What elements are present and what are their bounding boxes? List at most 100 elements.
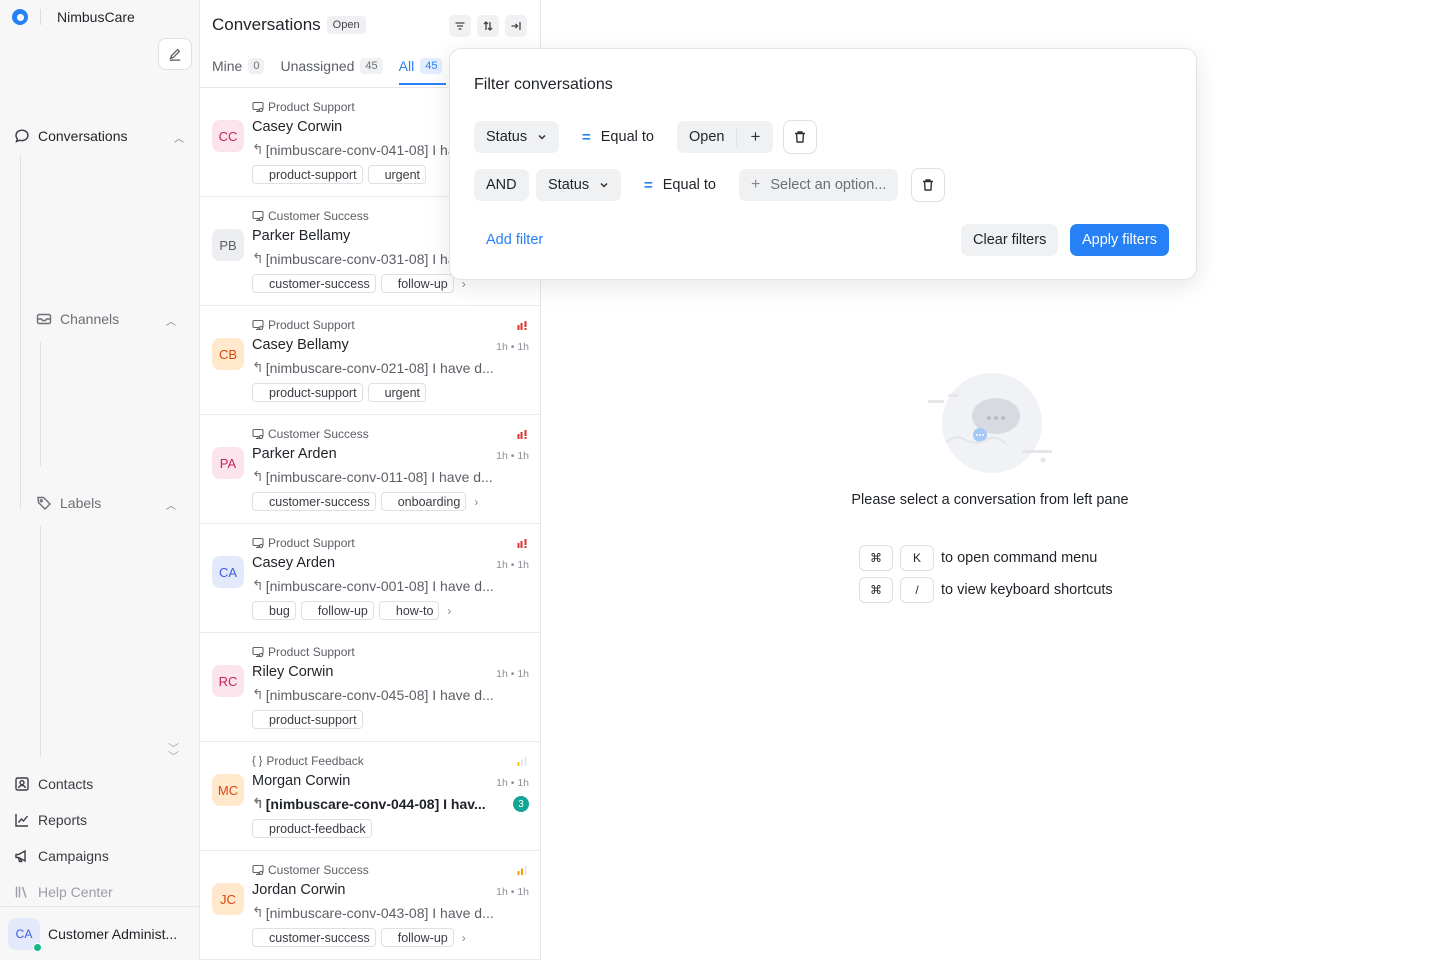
- sidebar-group-labels[interactable]: Labels ︿: [36, 495, 178, 512]
- shortcut-description: to open command menu: [941, 550, 1098, 566]
- unread-count-badge: 3: [513, 796, 529, 812]
- sidebar-item-reports[interactable]: Reports: [14, 812, 87, 828]
- filter-icon: [455, 22, 465, 30]
- label-list: product-feedback: [252, 819, 377, 838]
- reply-arrow-icon: ↰: [252, 250, 264, 266]
- sidebar-group-label: Channels: [60, 311, 120, 327]
- avatar: MC: [212, 774, 244, 806]
- label-list: product-support: [252, 710, 368, 729]
- conversation-list-item[interactable]: Customer Success JC Jordan Corwin 1h • 1h ↰[…: [200, 851, 540, 960]
- label-chip: how-to: [378, 601, 440, 620]
- inbox-label: Product Support: [268, 100, 355, 114]
- brand-name: NimbusCare: [57, 9, 135, 25]
- reply-arrow-icon: ↰: [252, 904, 264, 920]
- operator-label: Equal to: [600, 129, 654, 145]
- filter-operator-select[interactable]: = Equal to: [644, 169, 716, 201]
- delete-filter-button[interactable]: [783, 120, 817, 154]
- website-inbox-icon: [252, 210, 264, 222]
- inbox-icon: [36, 313, 52, 325]
- tab-unassigned[interactable]: Unassigned 45: [280, 58, 383, 83]
- clear-filters-button[interactable]: Clear filters: [961, 224, 1059, 256]
- collapse-panel-button[interactable]: [505, 15, 527, 37]
- filter-conjunction-select[interactable]: AND: [474, 169, 529, 201]
- label-list: product-support urgent: [252, 165, 431, 184]
- conversation-list-item[interactable]: Customer Success PA Parker Arden 1h • 1h ↰ [n…: [200, 415, 540, 524]
- conversation-list-item[interactable]: Product Support CA Casey Arden 1h • 1h ↰ [nim…: [200, 524, 540, 633]
- inbox-label: Product Support: [268, 318, 355, 332]
- sidebar-item-help-center[interactable]: Help Center: [14, 884, 113, 900]
- tab-label: Unassigned: [280, 58, 355, 74]
- last-message-preview: ↰ [nimbuscare-conv-001-08] I have d...: [252, 577, 494, 594]
- filter-button[interactable]: [449, 15, 471, 37]
- avatar-initials: CB: [218, 346, 238, 362]
- current-user[interactable]: CA Customer Administ...: [0, 906, 199, 960]
- chevron-up-icon[interactable]: ︿: [166, 497, 176, 512]
- sort-icon: [483, 21, 493, 31]
- shortcut-row: ⌘ / to view keyboard shortcuts: [859, 577, 1113, 603]
- apply-filters-button[interactable]: Apply filters: [1070, 224, 1169, 256]
- conversation-timestamp: 1h • 1h: [496, 668, 529, 680]
- filter-value-select[interactable]: + Select an option...: [739, 169, 899, 201]
- plus-icon: +: [751, 176, 761, 193]
- sidebar-item-label: Help Center: [38, 884, 113, 900]
- conversation-list-item[interactable]: { } Product Feedback MC Morgan Corwin 1h • 1…: [200, 742, 540, 851]
- sidebar-group-channels[interactable]: Channels ︿: [36, 311, 178, 328]
- label-list: product-support urgent: [252, 383, 431, 402]
- filter-value-select[interactable]: Open +: [677, 121, 774, 153]
- tab-all[interactable]: All 45: [398, 58, 447, 85]
- last-message-preview: ↰ [nimbuscare-conv-043-08] I have d...: [252, 904, 494, 921]
- key-cap: ⌘: [859, 545, 893, 571]
- operator-label: Equal to: [662, 177, 716, 193]
- conversation-timestamp: 1h • 1h: [496, 559, 529, 571]
- trash-icon: [795, 131, 805, 143]
- chevron-right-icon[interactable]: ›: [474, 495, 478, 509]
- chevron-down-icon: [538, 134, 546, 140]
- tree-guide-line: [20, 156, 21, 508]
- inbox-name: { } Product Feedback: [252, 754, 364, 768]
- plus-icon[interactable]: +: [737, 127, 773, 147]
- filter-attribute-select[interactable]: Status: [474, 121, 560, 153]
- sidebar-item-campaigns[interactable]: Campaigns: [14, 848, 109, 864]
- priority-urgent-icon: [517, 430, 527, 439]
- reply-arrow-icon: ↰: [252, 795, 264, 811]
- compose-button[interactable]: [158, 38, 192, 70]
- pencil-icon: [169, 48, 181, 61]
- contact-name: Morgan Corwin: [252, 773, 351, 789]
- filter-attribute-select[interactable]: Status: [536, 169, 622, 201]
- conversation-list-item[interactable]: Product Support RC Riley Corwin 1h • 1h ↰ [ni…: [200, 633, 540, 742]
- inbox-label: Customer Success: [268, 427, 369, 441]
- library-icon: [15, 886, 27, 898]
- inbox-label: Product Feedback: [266, 754, 364, 768]
- inbox-label: Product Support: [268, 536, 355, 550]
- contact-name: Casey Corwin: [252, 119, 343, 135]
- avatar-initials: MC: [217, 782, 239, 798]
- tree-guide-line: [40, 526, 41, 756]
- delete-filter-button[interactable]: [911, 168, 945, 202]
- sidebar: NimbusCare Conversations ︿ Channels ︿ La…: [0, 0, 200, 960]
- tab-mine[interactable]: Mine 0: [212, 58, 265, 83]
- message-text: [nimbuscare-conv-011-08] I have d...: [265, 468, 493, 485]
- tab-count: 0: [248, 58, 265, 74]
- tree-guide-line: [40, 342, 41, 466]
- add-filter-button[interactable]: Add filter: [486, 232, 543, 248]
- select-placeholder: Select an option...: [770, 177, 887, 193]
- avatar-initials: CC: [218, 128, 238, 144]
- sort-button[interactable]: [477, 15, 499, 37]
- chevron-right-icon[interactable]: ›: [462, 931, 466, 945]
- chevron-up-icon[interactable]: ︿: [174, 130, 184, 145]
- key-cap: K: [900, 545, 934, 571]
- chevron-right-icon[interactable]: ›: [447, 604, 451, 618]
- chevron-up-icon[interactable]: ︿: [166, 313, 176, 328]
- empty-chat-illustration: [928, 373, 1052, 473]
- contact-name: Casey Arden: [252, 555, 336, 571]
- sidebar-group-conversations[interactable]: Conversations ︿: [14, 128, 186, 145]
- label-chip: follow-up: [300, 601, 374, 620]
- inbox-label: Product Support: [268, 645, 355, 659]
- filter-operator-select[interactable]: = Equal to: [582, 121, 654, 153]
- avatar-initials: CA: [15, 926, 33, 941]
- conversation-list-item[interactable]: Product Support CB Casey Bellamy 1h • 1h ↰ [n…: [200, 306, 540, 415]
- sidebar-item-label: Reports: [38, 812, 88, 828]
- scroll-more-icon[interactable]: ﹀ ﹀: [168, 744, 179, 763]
- tag-icon: [37, 496, 51, 510]
- sidebar-item-contacts[interactable]: Contacts: [14, 776, 93, 792]
